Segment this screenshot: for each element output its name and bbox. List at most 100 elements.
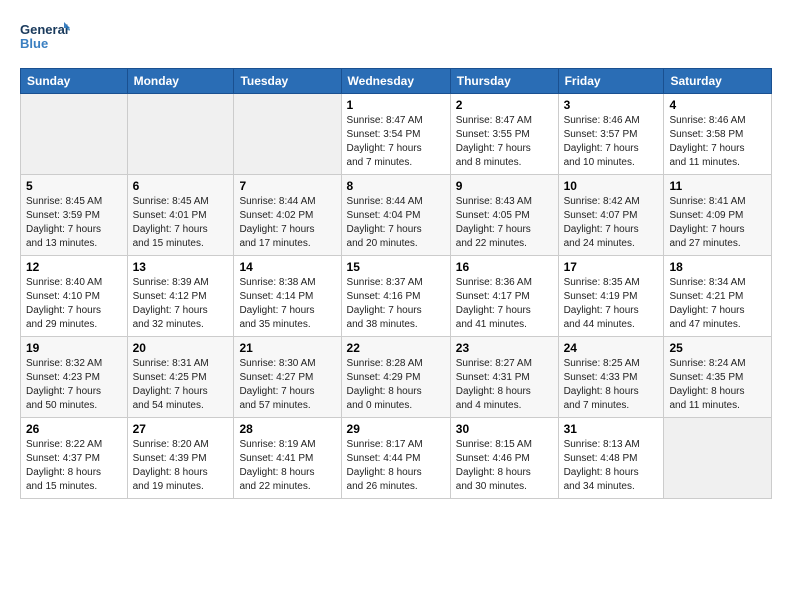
- day-info: Sunrise: 8:42 AMSunset: 4:07 PMDaylight:…: [564, 195, 659, 251]
- day-number: 29: [347, 422, 445, 436]
- day-number: 22: [347, 341, 445, 355]
- day-info: Sunrise: 8:31 AMSunset: 4:25 PMDaylight:…: [133, 357, 229, 413]
- day-info: Sunrise: 8:34 AMSunset: 4:21 PMDaylight:…: [669, 276, 766, 332]
- day-number: 20: [133, 341, 229, 355]
- logo: General Blue: [20, 18, 70, 60]
- week-row-2: 5Sunrise: 8:45 AMSunset: 3:59 PMDaylight…: [21, 175, 772, 256]
- weekday-header-tuesday: Tuesday: [234, 69, 341, 94]
- calendar-cell: 21 Sunrise: 8:30 AMSunset: 4:27 PMDayligh…: [234, 337, 341, 418]
- day-number: 10: [564, 179, 659, 193]
- day-info: Sunrise: 8:30 AMSunset: 4:27 PMDaylight:…: [239, 357, 335, 413]
- weekday-header-monday: Monday: [127, 69, 234, 94]
- calendar-cell: 24 Sunrise: 8:25 AMSunset: 4:33 PMDayligh…: [558, 337, 664, 418]
- day-info: Sunrise: 8:45 AMSunset: 3:59 PMDaylight:…: [26, 195, 122, 251]
- day-number: 7: [239, 179, 335, 193]
- calendar-cell: 19 Sunrise: 8:32 AMSunset: 4:23 PMDayligh…: [21, 337, 128, 418]
- day-info: Sunrise: 8:47 AMSunset: 3:55 PMDaylight:…: [456, 114, 553, 170]
- weekday-header-friday: Friday: [558, 69, 664, 94]
- calendar-cell: 27Sunrise: 8:20 AMSunset: 4:39 PMDayligh…: [127, 418, 234, 499]
- week-row-4: 19 Sunrise: 8:32 AMSunset: 4:23 PMDayligh…: [21, 337, 772, 418]
- day-number: 4: [669, 98, 766, 112]
- day-info: Sunrise: 8:35 AMSunset: 4:19 PMDaylight:…: [564, 276, 659, 332]
- day-number: 1: [347, 98, 445, 112]
- calendar-cell: 17 Sunrise: 8:35 AMSunset: 4:19 PMDayligh…: [558, 256, 664, 337]
- calendar-cell: 3 Sunrise: 8:46 AMSunset: 3:57 PMDaylight…: [558, 94, 664, 175]
- day-number: 27: [133, 422, 229, 436]
- calendar-cell: [234, 94, 341, 175]
- day-info: Sunrise: 8:40 AMSunset: 4:10 PMDaylight:…: [26, 276, 122, 332]
- day-number: 12: [26, 260, 122, 274]
- week-row-5: 26Sunrise: 8:22 AMSunset: 4:37 PMDayligh…: [21, 418, 772, 499]
- day-info: Sunrise: 8:15 AMSunset: 4:46 PMDaylight:…: [456, 438, 553, 494]
- calendar-cell: 31Sunrise: 8:13 AMSunset: 4:48 PMDayligh…: [558, 418, 664, 499]
- day-number: 3: [564, 98, 659, 112]
- header: General Blue: [20, 18, 772, 60]
- calendar-cell: 16Sunrise: 8:36 AMSunset: 4:17 PMDayligh…: [450, 256, 558, 337]
- weekday-header-row: SundayMondayTuesdayWednesdayThursdayFrid…: [21, 69, 772, 94]
- day-info: Sunrise: 8:44 AMSunset: 4:02 PMDaylight:…: [239, 195, 335, 251]
- day-number: 14: [239, 260, 335, 274]
- day-number: 26: [26, 422, 122, 436]
- day-number: 8: [347, 179, 445, 193]
- day-info: Sunrise: 8:47 AMSunset: 3:54 PMDaylight:…: [347, 114, 445, 170]
- day-number: 24: [564, 341, 659, 355]
- day-number: 6: [133, 179, 229, 193]
- day-info: Sunrise: 8:25 AMSunset: 4:33 PMDaylight:…: [564, 357, 659, 413]
- weekday-header-wednesday: Wednesday: [341, 69, 450, 94]
- day-number: 13: [133, 260, 229, 274]
- calendar-cell: 20 Sunrise: 8:31 AMSunset: 4:25 PMDayligh…: [127, 337, 234, 418]
- day-info: Sunrise: 8:45 AMSunset: 4:01 PMDaylight:…: [133, 195, 229, 251]
- calendar-table: SundayMondayTuesdayWednesdayThursdayFrid…: [20, 68, 772, 499]
- day-number: 21: [239, 341, 335, 355]
- calendar-cell: 25Sunrise: 8:24 AMSunset: 4:35 PMDayligh…: [664, 337, 772, 418]
- calendar-cell: 6 Sunrise: 8:45 AMSunset: 4:01 PMDaylight…: [127, 175, 234, 256]
- week-row-3: 12 Sunrise: 8:40 AMSunset: 4:10 PMDayligh…: [21, 256, 772, 337]
- logo-svg: General Blue: [20, 18, 70, 60]
- day-number: 16: [456, 260, 553, 274]
- day-info: Sunrise: 8:39 AMSunset: 4:12 PMDaylight:…: [133, 276, 229, 332]
- calendar-cell: 14 Sunrise: 8:38 AMSunset: 4:14 PMDayligh…: [234, 256, 341, 337]
- day-number: 11: [669, 179, 766, 193]
- day-number: 9: [456, 179, 553, 193]
- day-number: 15: [347, 260, 445, 274]
- calendar-cell: 5Sunrise: 8:45 AMSunset: 3:59 PMDaylight…: [21, 175, 128, 256]
- weekday-header-thursday: Thursday: [450, 69, 558, 94]
- weekday-header-sunday: Sunday: [21, 69, 128, 94]
- calendar-cell: 22 Sunrise: 8:28 AMSunset: 4:29 PMDayligh…: [341, 337, 450, 418]
- svg-text:General: General: [20, 22, 68, 37]
- calendar-cell: 23 Sunrise: 8:27 AMSunset: 4:31 PMDayligh…: [450, 337, 558, 418]
- week-row-1: 1 Sunrise: 8:47 AMSunset: 3:54 PMDaylight…: [21, 94, 772, 175]
- calendar-cell: 15 Sunrise: 8:37 AMSunset: 4:16 PMDayligh…: [341, 256, 450, 337]
- calendar-cell: 4 Sunrise: 8:46 AMSunset: 3:58 PMDaylight…: [664, 94, 772, 175]
- calendar-cell: 28Sunrise: 8:19 AMSunset: 4:41 PMDayligh…: [234, 418, 341, 499]
- day-info: Sunrise: 8:46 AMSunset: 3:58 PMDaylight:…: [669, 114, 766, 170]
- calendar-cell: 13 Sunrise: 8:39 AMSunset: 4:12 PMDayligh…: [127, 256, 234, 337]
- day-info: Sunrise: 8:27 AMSunset: 4:31 PMDaylight:…: [456, 357, 553, 413]
- day-info: Sunrise: 8:46 AMSunset: 3:57 PMDaylight:…: [564, 114, 659, 170]
- calendar-cell: 26Sunrise: 8:22 AMSunset: 4:37 PMDayligh…: [21, 418, 128, 499]
- day-info: Sunrise: 8:38 AMSunset: 4:14 PMDaylight:…: [239, 276, 335, 332]
- day-number: 19: [26, 341, 122, 355]
- page: General Blue SundayMondayTuesdayWednesda…: [0, 0, 792, 509]
- day-info: Sunrise: 8:37 AMSunset: 4:16 PMDaylight:…: [347, 276, 445, 332]
- day-number: 17: [564, 260, 659, 274]
- day-number: 30: [456, 422, 553, 436]
- day-info: Sunrise: 8:44 AMSunset: 4:04 PMDaylight:…: [347, 195, 445, 251]
- weekday-header-saturday: Saturday: [664, 69, 772, 94]
- day-number: 23: [456, 341, 553, 355]
- day-number: 2: [456, 98, 553, 112]
- day-info: Sunrise: 8:32 AMSunset: 4:23 PMDaylight:…: [26, 357, 122, 413]
- day-number: 31: [564, 422, 659, 436]
- day-info: Sunrise: 8:43 AMSunset: 4:05 PMDaylight:…: [456, 195, 553, 251]
- calendar-cell: 1 Sunrise: 8:47 AMSunset: 3:54 PMDaylight…: [341, 94, 450, 175]
- day-info: Sunrise: 8:24 AMSunset: 4:35 PMDaylight:…: [669, 357, 766, 413]
- calendar-cell: 11Sunrise: 8:41 AMSunset: 4:09 PMDayligh…: [664, 175, 772, 256]
- calendar-cell: 9 Sunrise: 8:43 AMSunset: 4:05 PMDaylight…: [450, 175, 558, 256]
- calendar-body: 1 Sunrise: 8:47 AMSunset: 3:54 PMDaylight…: [21, 94, 772, 499]
- day-number: 18: [669, 260, 766, 274]
- calendar-cell: 12 Sunrise: 8:40 AMSunset: 4:10 PMDayligh…: [21, 256, 128, 337]
- day-info: Sunrise: 8:28 AMSunset: 4:29 PMDaylight:…: [347, 357, 445, 413]
- calendar-cell: [21, 94, 128, 175]
- calendar-cell: 10 Sunrise: 8:42 AMSunset: 4:07 PMDayligh…: [558, 175, 664, 256]
- calendar-cell: 30 Sunrise: 8:15 AMSunset: 4:46 PMDayligh…: [450, 418, 558, 499]
